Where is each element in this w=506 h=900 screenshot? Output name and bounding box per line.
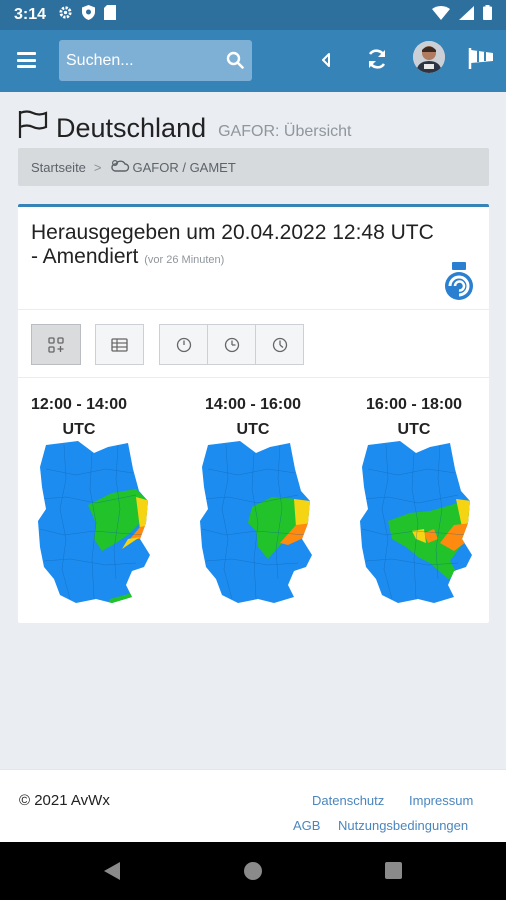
breadcrumb-separator: > [93,159,102,175]
agb-link[interactable]: AGB [293,818,320,833]
copyright: © 2021 AvWx [19,792,110,809]
impressum-link[interactable]: Impressum [409,793,473,808]
period-label-2: 14:00 - 16:00 UTC [178,392,328,442]
search-input[interactable] [66,51,216,70]
status-bar: 3:14 [0,0,506,30]
period-3-utc: UTC [397,421,431,438]
amended-label: - Amendiert [31,245,139,268]
search-icon[interactable] [226,51,244,74]
period-2-time: 14:00 - 16:00 [204,396,302,413]
divider [18,377,489,378]
home-icon[interactable] [244,862,262,885]
shield-icon [82,5,96,25]
flag-icon [18,110,48,143]
table-icon [111,337,128,352]
period-label-3: 16:00 - 18:00 UTC [339,392,489,442]
windsock-icon[interactable] [467,46,495,75]
datenschutz-link[interactable]: Datenschutz [312,793,384,808]
time-ago: (vor 26 Minuten) [144,254,225,266]
period-3-button[interactable] [255,324,304,365]
period-2-button[interactable] [207,324,256,365]
period-1-button[interactable] [159,324,208,365]
refresh-icon[interactable] [366,48,388,75]
period-3-time: 16:00 - 18:00 [365,396,463,413]
breadcrumb-home[interactable]: Startseite [31,160,86,175]
period-1-utc: UTC [62,421,96,438]
clock-icon [176,337,192,352]
gafor-map-3[interactable] [358,439,476,612]
card-title: Herausgegeben um 20.04.2022 12:48 UTC - … [31,221,471,272]
recents-icon[interactable] [385,862,402,884]
android-nav-bar [0,842,506,900]
page-header: Deutschland GAFOR: Übersicht [18,110,351,143]
signal-icon [459,5,474,25]
menu-icon[interactable] [17,52,36,68]
period-1-time: 12:00 - 14:00 [30,396,128,413]
search-box [59,40,252,81]
divider [18,309,489,310]
grid-icon [48,336,64,353]
clock-icon [272,337,287,352]
battery-icon [483,5,492,25]
breadcrumb: Startseite > GAFOR / GAMET [18,148,489,186]
breadcrumb-current: GAFOR / GAMET [132,159,236,175]
table-view-button[interactable] [95,324,144,365]
clock-icon [224,337,240,352]
gafor-card: Herausgegeben um 20.04.2022 12:48 UTC - … [18,204,489,623]
dwd-logo-icon [442,261,476,306]
status-time: 3:14 [14,6,47,23]
app-navbar [0,30,506,92]
page-subtitle: GAFOR: Übersicht [218,123,352,140]
nutzungsbedingungen-link[interactable]: Nutzungsbedingungen [338,818,468,833]
grid-view-button[interactable] [31,324,81,365]
avatar[interactable] [413,41,445,73]
cloud-weather-icon [110,159,130,176]
issued-label: Herausgegeben um 20.04.2022 12:48 UTC [31,221,434,244]
period-2-utc: UTC [236,421,270,438]
page-title: Deutschland [56,113,207,143]
gafor-map-2[interactable] [198,439,316,612]
settings-icon [58,5,73,25]
back-icon[interactable] [103,861,121,886]
gafor-map-1[interactable] [36,439,154,612]
collapse-left-icon[interactable] [321,53,331,72]
footer: © 2021 AvWx Datenschutz Impressum AGB Nu… [0,769,506,842]
period-label-1: 12:00 - 14:00 UTC [4,392,154,442]
wifi-icon [432,5,450,25]
sd-card-icon [104,5,117,25]
